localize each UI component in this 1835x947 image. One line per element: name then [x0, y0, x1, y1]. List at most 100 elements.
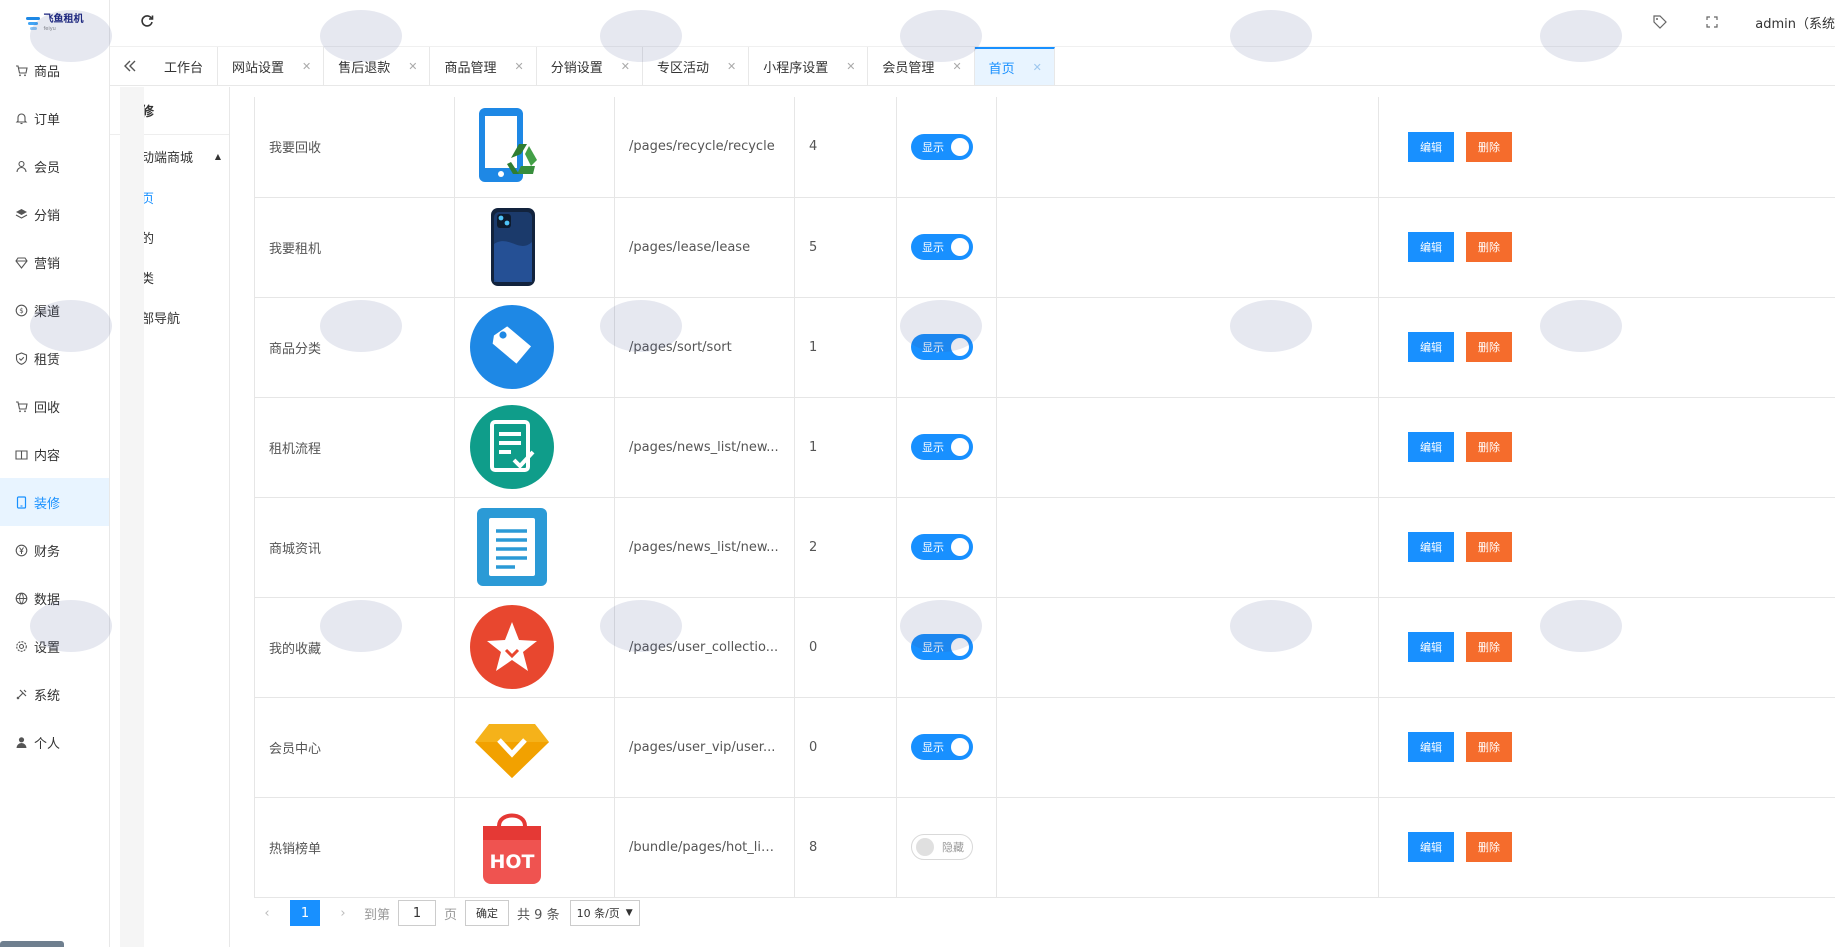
edit-button[interactable]: 编辑 — [1408, 332, 1454, 362]
close-icon[interactable]: ✕ — [621, 60, 630, 73]
toggle-label: 显示 — [922, 641, 944, 654]
toggle-label: 显示 — [922, 741, 944, 754]
row-empty-cell — [996, 596, 1379, 698]
tab-6[interactable]: 小程序设置 ✕ — [749, 47, 869, 85]
sidebar-item-7[interactable]: 回收 — [0, 382, 109, 430]
edit-button[interactable]: 编辑 — [1408, 432, 1454, 462]
sidebar-bottom-handle[interactable] — [0, 941, 64, 947]
delete-button[interactable]: 删除 — [1466, 732, 1512, 762]
sidebar-item-0[interactable]: 商品 — [0, 46, 109, 94]
delete-button[interactable]: 删除 — [1466, 632, 1512, 662]
sidebar-item-1[interactable]: 订单 — [0, 94, 109, 142]
fullscreen-icon[interactable] — [1703, 13, 1721, 31]
visibility-toggle[interactable]: 显示 — [911, 334, 973, 360]
sidebar-item-13[interactable]: 系统 — [0, 670, 109, 718]
row-name: 会员中心 — [254, 696, 455, 798]
tab-5[interactable]: 专区活动 ✕ — [643, 47, 750, 85]
sidebar-item-8[interactable]: 内容 — [0, 430, 109, 478]
app-logo[interactable]: 飞鱼租机 feiyu — [0, 0, 109, 46]
sidebar-item-6[interactable]: 租赁 — [0, 334, 109, 382]
tab-7[interactable]: 会员管理 ✕ — [868, 47, 975, 85]
row-path: /bundle/pages/hot_lis... — [614, 796, 795, 898]
visibility-toggle[interactable]: 隐藏 — [911, 834, 973, 860]
close-icon[interactable]: ✕ — [952, 60, 961, 73]
tab-1[interactable]: 网站设置 ✕ — [218, 47, 325, 85]
delete-button[interactable]: 删除 — [1466, 532, 1512, 562]
close-icon[interactable]: ✕ — [1033, 61, 1042, 74]
edit-button[interactable]: 编辑 — [1408, 131, 1454, 162]
refresh-icon[interactable] — [138, 12, 156, 30]
table-row: 我要回收/pages/recycle/recycle 4 显示 编辑 删除 — [254, 97, 1835, 198]
close-icon[interactable]: ✕ — [515, 60, 524, 73]
edit-button[interactable]: 编辑 — [1408, 832, 1454, 862]
sidebar-item-3[interactable]: 分销 — [0, 190, 109, 238]
visibility-toggle[interactable]: 显示 — [911, 133, 973, 160]
toggle-label: 显示 — [922, 441, 944, 454]
document-icon — [469, 504, 555, 590]
subnav-scroll-track — [120, 87, 144, 947]
collapse-sidebar-icon[interactable] — [110, 47, 150, 85]
page-size-select[interactable]: 10 条/页 ▼ — [569, 900, 640, 926]
diamond-icon — [14, 255, 28, 269]
book-icon — [14, 447, 28, 461]
visibility-toggle[interactable]: 显示 — [911, 434, 973, 460]
row-sort: 1 — [794, 396, 897, 498]
page-number-button[interactable]: 1 — [290, 900, 320, 926]
row-sort: 0 — [794, 596, 897, 698]
table-row: 商品分类/pages/sort/sort 1 显示 编辑 删除 — [254, 296, 1835, 398]
toggle-knob — [951, 738, 969, 756]
tablet-icon — [14, 495, 28, 509]
sidebar-item-label: 设置 — [34, 640, 61, 656]
tab-4[interactable]: 分销设置 ✕ — [537, 47, 643, 85]
edit-button[interactable]: 编辑 — [1408, 732, 1454, 762]
page-jump-input[interactable] — [398, 900, 437, 926]
edit-button[interactable]: 编辑 — [1408, 232, 1454, 262]
close-icon[interactable]: ✕ — [846, 60, 855, 73]
row-path: /pages/news_list/new... — [614, 396, 795, 498]
total-count: 共 9 条 — [517, 907, 560, 923]
row-empty-cell — [996, 396, 1379, 498]
sidebar-item-4[interactable]: 营销 — [0, 238, 109, 286]
sidebar-item-9[interactable]: 装修 — [0, 478, 109, 526]
row-name: 我要租机 — [254, 196, 455, 298]
close-icon[interactable]: ✕ — [727, 60, 736, 73]
delete-button[interactable]: 删除 — [1466, 332, 1512, 362]
sidebar-item-label: 系统 — [34, 688, 61, 704]
sidebar-item-5[interactable]: $ 渠道 — [0, 286, 109, 334]
visibility-toggle[interactable]: 显示 — [911, 534, 973, 560]
sidebar-item-12[interactable]: 设置 — [0, 622, 109, 670]
bell-icon — [14, 111, 28, 125]
sidebar-item-2[interactable]: 会员 — [0, 142, 109, 190]
logo-icon — [25, 16, 40, 30]
tab-2[interactable]: 售后退款 ✕ — [324, 47, 431, 85]
sidebar-item-11[interactable]: 数据 — [0, 574, 109, 622]
row-sort: 0 — [794, 696, 897, 798]
confirm-jump-button[interactable]: 确定 — [465, 900, 510, 926]
close-icon[interactable]: ✕ — [302, 60, 311, 73]
edit-button[interactable]: 编辑 — [1408, 532, 1454, 562]
close-icon[interactable]: ✕ — [408, 60, 417, 73]
delete-button[interactable]: 删除 — [1466, 832, 1512, 862]
delete-button[interactable]: 删除 — [1466, 232, 1512, 262]
person-icon — [14, 735, 28, 749]
star-icon — [469, 604, 555, 690]
visibility-toggle[interactable]: 显示 — [911, 634, 973, 660]
delete-button[interactable]: 删除 — [1466, 432, 1512, 462]
delete-button[interactable]: 删除 — [1466, 131, 1512, 162]
edit-button[interactable]: 编辑 — [1408, 632, 1454, 662]
next-page-icon[interactable]: › — [330, 906, 356, 921]
visibility-toggle[interactable]: 显示 — [911, 234, 973, 260]
yen-icon — [14, 543, 28, 557]
sidebar-item-14[interactable]: 个人 — [0, 718, 109, 766]
tab-3[interactable]: 商品管理 ✕ — [430, 47, 537, 85]
tag-icon[interactable] — [1651, 13, 1669, 31]
tab-0[interactable]: 工作台 — [150, 47, 219, 85]
toggle-knob — [951, 238, 969, 256]
sidebar-item-10[interactable]: 财务 — [0, 526, 109, 574]
admin-user-menu[interactable]: admin（系统 — [1755, 13, 1835, 32]
sidebar-item-label: 个人 — [34, 736, 61, 752]
prev-page-icon[interactable]: ‹ — [254, 906, 280, 921]
sidebar-item-label: 营销 — [34, 256, 61, 272]
tab-8[interactable]: 首页 ✕ — [974, 47, 1055, 85]
visibility-toggle[interactable]: 显示 — [911, 734, 973, 760]
